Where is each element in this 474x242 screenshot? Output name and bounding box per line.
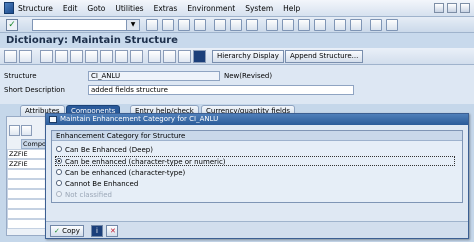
info-icon[interactable]: i (91, 225, 103, 237)
command-field[interactable] (32, 19, 140, 31)
command-dropdown-icon[interactable]: ▼ (126, 19, 140, 31)
sap-menu-icon[interactable] (4, 2, 14, 14)
close-icon[interactable] (460, 3, 470, 13)
menu-extras[interactable]: Extras (154, 4, 178, 13)
menu-items: Structure Edit Goto Utilities Extras Env… (18, 4, 300, 13)
activate-icon[interactable] (85, 50, 98, 63)
group-title: Enhancement Category for Structure (52, 131, 462, 141)
hierarchy-display-button[interactable]: Hierarchy Display (212, 50, 284, 63)
object-list-icon[interactable] (115, 50, 128, 63)
other-object-icon[interactable] (55, 50, 68, 63)
radio-icon[interactable] (56, 180, 62, 186)
option-can-be-enhanced-char-or-numeric[interactable]: Can be enhanced (character-type or numer… (55, 156, 455, 166)
window-controls (434, 3, 470, 13)
last-page-icon[interactable] (314, 19, 326, 31)
append-structure-button[interactable]: Append Structure... (285, 50, 364, 63)
next-page-icon[interactable] (298, 19, 310, 31)
short-description-field[interactable]: added fields structure (88, 85, 354, 95)
display-change-icon[interactable] (40, 50, 53, 63)
structure-header-form: Structure CI_ANLU New(Revised) Short Des… (0, 65, 474, 104)
cut-icon[interactable] (9, 125, 20, 136)
enhancement-category-group: Enhancement Category for Structure Can B… (51, 130, 463, 203)
menu-bar: Structure Edit Goto Utilities Extras Env… (0, 0, 474, 17)
where-used-icon[interactable] (100, 50, 113, 63)
copy-button[interactable]: ✓ Copy (50, 225, 84, 237)
exit-icon[interactable] (178, 19, 190, 31)
application-toolbar: Hierarchy Display Append Structure... (0, 48, 474, 65)
table-row[interactable]: ZZFIE (7, 159, 49, 169)
check-icon[interactable] (70, 50, 83, 63)
table-row[interactable] (7, 179, 49, 189)
minimize-icon[interactable] (434, 3, 444, 13)
cancel-icon[interactable]: ✕ (106, 225, 118, 237)
technical-settings-icon[interactable] (178, 50, 191, 63)
page-title: Dictionary: Maintain Structure (0, 33, 474, 48)
help-icon[interactable] (370, 19, 382, 31)
find-icon[interactable] (230, 19, 242, 31)
forward-arrow-icon[interactable] (19, 50, 32, 63)
enhancement-category-dialog: Maintain Enhancement Category for CI_ANL… (45, 113, 469, 239)
find-next-icon[interactable] (246, 19, 258, 31)
navigation-icon[interactable] (130, 50, 143, 63)
new-session-icon[interactable] (334, 19, 346, 31)
radio-icon[interactable] (56, 169, 62, 175)
maximize-icon[interactable] (447, 3, 457, 13)
menu-help[interactable]: Help (283, 4, 300, 13)
info-icon[interactable] (193, 50, 206, 63)
menu-utilities[interactable]: Utilities (115, 4, 143, 13)
table-row[interactable] (7, 169, 49, 179)
dialog-window-icon (49, 116, 57, 123)
option-not-classified: Not classified (56, 190, 456, 200)
copy-row-icon[interactable] (21, 125, 32, 136)
save-icon[interactable] (146, 19, 158, 31)
dialog-title: Maintain Enhancement Category for CI_ANL… (46, 114, 468, 125)
option-can-be-enhanced-deep[interactable]: Can Be Enhanced (Deep) (56, 145, 456, 155)
enter-check-icon[interactable]: ✓ (6, 19, 18, 31)
radio-disabled-icon (56, 191, 62, 197)
shortcut-icon[interactable] (350, 19, 362, 31)
first-page-icon[interactable] (266, 19, 278, 31)
option-cannot-be-enhanced[interactable]: Cannot Be Enhanced (56, 179, 456, 189)
menu-edit[interactable]: Edit (63, 4, 78, 13)
check-icon: ✓ (54, 227, 60, 235)
standard-toolbar: ✓ ▼ (0, 17, 474, 33)
print-icon[interactable] (214, 19, 226, 31)
radio-selected-icon[interactable] (56, 158, 62, 164)
radio-icon[interactable] (56, 146, 62, 152)
structure-field[interactable]: CI_ANLU (88, 71, 220, 81)
table-row[interactable] (7, 199, 49, 209)
structure-label: Structure (4, 72, 37, 80)
back-arrow-icon[interactable] (4, 50, 17, 63)
back-icon[interactable] (162, 19, 174, 31)
graphics-icon[interactable] (163, 50, 176, 63)
layout-menu-icon[interactable] (386, 19, 398, 31)
table-view-icon[interactable] (148, 50, 161, 63)
table-row[interactable]: ZZFIE (7, 149, 49, 159)
cancel-icon[interactable] (194, 19, 206, 31)
dialog-footer: ✓ Copy i ✕ (46, 221, 468, 238)
table-row[interactable] (7, 189, 49, 199)
option-can-be-enhanced-char-type[interactable]: Can be enhanced (character-type) (56, 168, 456, 178)
menu-goto[interactable]: Goto (87, 4, 105, 13)
table-row[interactable] (7, 219, 49, 229)
table-row[interactable] (7, 209, 49, 219)
menu-environment[interactable]: Environment (187, 4, 235, 13)
structure-status: New(Revised) (224, 72, 273, 80)
menu-structure[interactable]: Structure (18, 4, 53, 13)
menu-system[interactable]: System (245, 4, 273, 13)
short-description-label: Short Description (4, 86, 65, 94)
previous-page-icon[interactable] (282, 19, 294, 31)
